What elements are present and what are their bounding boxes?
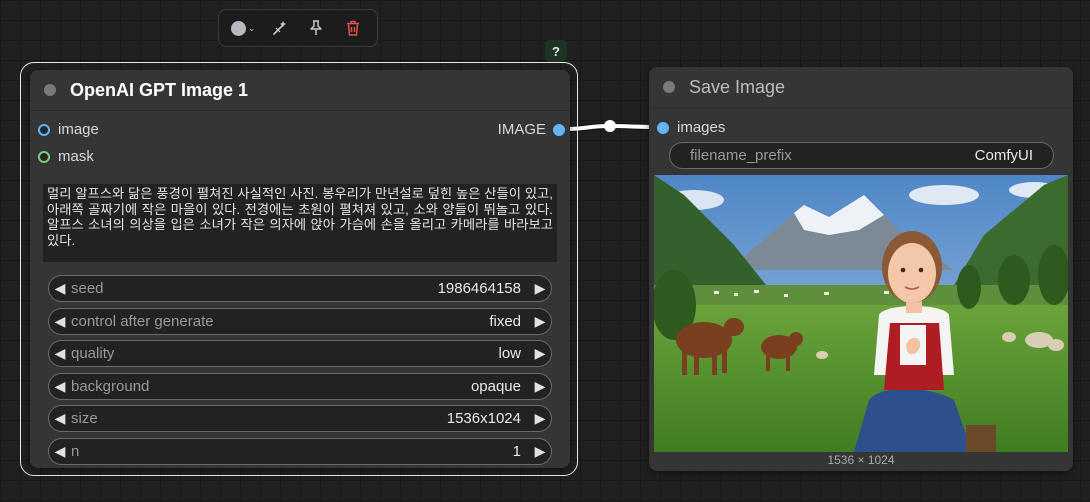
filename-prefix-field[interactable]: filename_prefix ComfyUI	[669, 142, 1054, 169]
decrement-arrow-icon[interactable]: ◀	[49, 378, 71, 395]
input-label: mask	[58, 148, 94, 165]
widget-value[interactable]: low	[498, 345, 521, 362]
help-badge[interactable]: ?	[545, 40, 567, 62]
background-widget[interactable]: ◀ background opaque ▶	[48, 373, 552, 400]
output-slot-image[interactable]: IMAGE	[498, 121, 565, 138]
increment-arrow-icon[interactable]: ▶	[529, 378, 551, 395]
pin-icon	[310, 20, 322, 35]
image-preview[interactable]	[654, 175, 1068, 452]
delete-button[interactable]	[338, 14, 368, 42]
bypass-button[interactable]	[265, 14, 295, 42]
increment-arrow-icon[interactable]: ▶	[529, 313, 551, 330]
control-after-generate-widget[interactable]: ◀ control after generate fixed ▶	[48, 308, 552, 335]
chevron-down-icon: ⌄	[247, 22, 256, 33]
widget-value[interactable]: 1536x1024	[447, 410, 521, 427]
collapse-dot-icon[interactable]	[44, 84, 56, 96]
quality-widget[interactable]: ◀ quality low ▶	[48, 340, 552, 367]
prompt-textarea[interactable]: 멀리 알프스와 닮은 풍경이 펼쳐진 사실적인 사진. 봉우리가 만년설로 덮힌…	[43, 184, 557, 262]
widget-label: control after generate	[71, 313, 214, 330]
generated-image	[654, 175, 1068, 452]
save-image-node[interactable]: Save Image images filename_prefix ComfyU…	[649, 67, 1073, 471]
decrement-arrow-icon[interactable]: ◀	[49, 313, 71, 330]
input-port-icon[interactable]	[657, 121, 669, 134]
widget-value[interactable]: 1986464158	[438, 280, 521, 297]
size-widget[interactable]: ◀ size 1536x1024 ▶	[48, 405, 552, 432]
openai-gpt-image-node[interactable]: OpenAI GPT Image 1 image mask IMAGE 멀리 알…	[30, 70, 570, 468]
increment-arrow-icon[interactable]: ▶	[529, 443, 551, 460]
trash-icon	[346, 20, 359, 36]
output-label: IMAGE	[497, 121, 546, 138]
image-dimensions: 1536 × 1024	[827, 453, 895, 467]
node-title-bar[interactable]: OpenAI GPT Image 1	[30, 70, 570, 111]
color-picker-icon	[230, 20, 246, 36]
node-title: Save Image	[689, 76, 786, 97]
increment-arrow-icon[interactable]: ▶	[529, 410, 551, 427]
widget-label: filename_prefix	[690, 147, 792, 164]
input-slot-image[interactable]: image	[38, 121, 99, 138]
bypass-wand-icon	[272, 21, 286, 35]
widget-label: background	[71, 378, 150, 395]
decrement-arrow-icon[interactable]: ◀	[49, 345, 71, 362]
input-slot-mask[interactable]: mask	[38, 148, 94, 165]
collapse-dot-icon[interactable]	[663, 81, 675, 93]
pin-button[interactable]	[301, 14, 331, 42]
widget-value[interactable]: opaque	[471, 378, 521, 395]
widget-label: seed	[71, 280, 104, 297]
input-slot-images[interactable]: images	[657, 119, 725, 136]
output-port-icon[interactable]	[553, 123, 565, 136]
color-picker-button[interactable]: ⌄	[228, 14, 258, 42]
widget-label: size	[71, 410, 98, 427]
node-toolbar: ⌄	[218, 9, 378, 47]
input-port-icon[interactable]	[38, 123, 50, 136]
seed-widget[interactable]: ◀ seed 1986464158 ▶	[48, 275, 552, 302]
link-midpoint-handle	[604, 120, 616, 132]
widget-label: quality	[71, 345, 115, 362]
widget-value[interactable]: ComfyUI	[975, 147, 1033, 164]
decrement-arrow-icon[interactable]: ◀	[49, 443, 71, 460]
decrement-arrow-icon[interactable]: ◀	[49, 410, 71, 427]
increment-arrow-icon[interactable]: ▶	[529, 280, 551, 297]
widget-label: n	[71, 443, 80, 460]
widget-value[interactable]: fixed	[489, 313, 521, 330]
widget-value[interactable]: 1	[513, 443, 521, 460]
input-label: images	[677, 119, 726, 136]
node-title: OpenAI GPT Image 1	[70, 79, 249, 100]
node-title-bar[interactable]: Save Image	[649, 67, 1073, 108]
input-label: image	[58, 121, 99, 138]
input-port-icon[interactable]	[38, 150, 50, 163]
decrement-arrow-icon[interactable]: ◀	[49, 280, 71, 297]
n-widget[interactable]: ◀ n 1 ▶	[48, 438, 552, 465]
increment-arrow-icon[interactable]: ▶	[529, 345, 551, 362]
